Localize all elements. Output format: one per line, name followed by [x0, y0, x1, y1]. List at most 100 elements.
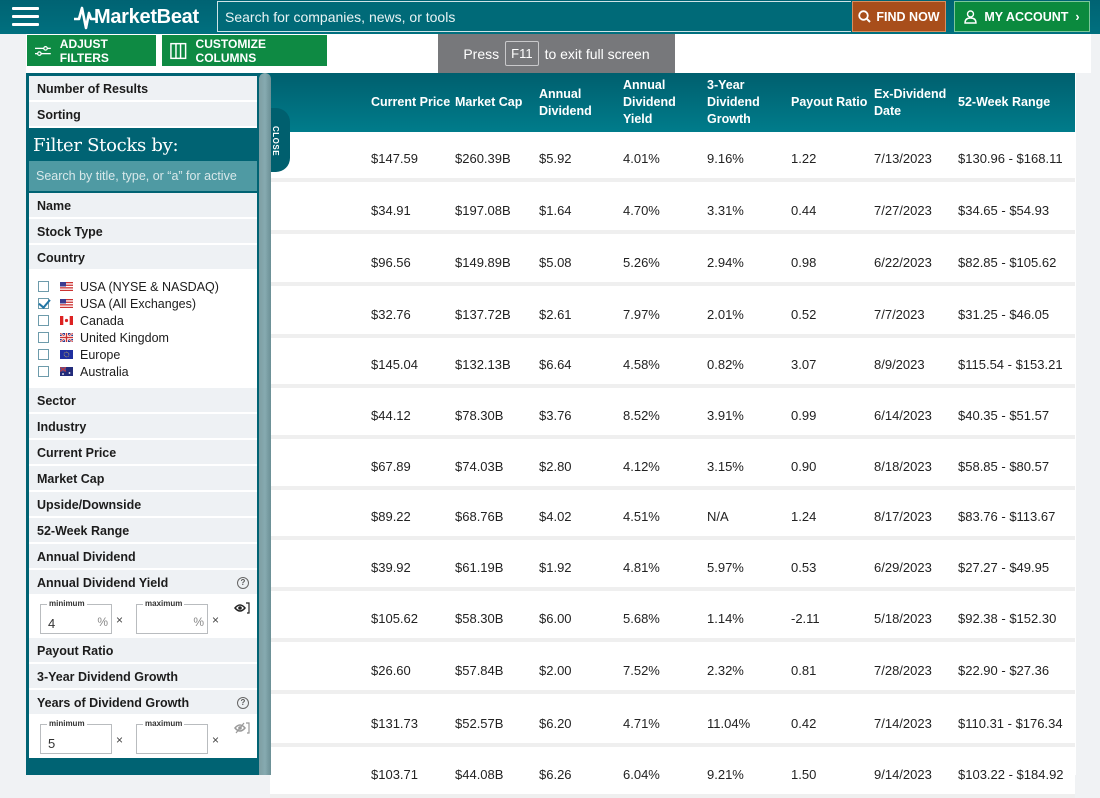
table-cell: 7/14/2023 [874, 716, 932, 731]
clear-yield-maximum-icon[interactable]: × [212, 613, 219, 627]
filter-panel-scrollbar[interactable] [259, 73, 271, 775]
table-cell: $83.76 - $113.67 [958, 509, 1056, 524]
column-header[interactable]: Annual Dividend [539, 73, 619, 132]
top-navigation-bar: MarketBeat FIND NOW MY ACCOUNT › [0, 0, 1100, 34]
table-cell: $2.80 [539, 459, 572, 474]
filter-number-of-results[interactable]: Number of Results [29, 76, 257, 102]
filter-item[interactable]: Industry [29, 414, 257, 440]
filter-name[interactable]: Name [29, 193, 257, 219]
help-icon[interactable]: ? [237, 697, 249, 709]
filter-sorting[interactable]: Sorting [29, 102, 257, 128]
ca-flag-icon [60, 316, 80, 325]
table-row[interactable]: $96.56 $149.89B $5.08 5.26% 2.94% 0.98 6/22/20… [270, 239, 1075, 286]
table-row[interactable]: $34.91 $197.08B $1.64 4.70% 3.31% 0.44 7/27/20… [270, 187, 1075, 234]
checkbox-unchecked[interactable] [38, 332, 49, 343]
checkbox-checked[interactable] [38, 298, 49, 309]
checkbox-unchecked[interactable] [38, 366, 49, 377]
filter-item[interactable]: Sector [29, 388, 257, 414]
filter-item[interactable]: Current Price [29, 440, 257, 466]
filter-item[interactable]: Upside/Downside [29, 492, 257, 518]
filter-country[interactable]: Country [29, 245, 257, 271]
filter-years-of-dividend-growth[interactable]: Years of Dividend Growth ? [29, 690, 257, 716]
table-row[interactable]: $32.76 $137.72B $2.61 7.97% 2.01% 0.52 7/7/202… [270, 291, 1075, 338]
filter-item[interactable]: Annual Dividend [29, 544, 257, 570]
years-minimum-input[interactable] [48, 736, 96, 751]
site-search-input[interactable] [225, 9, 851, 25]
clear-years-minimum-icon[interactable]: × [116, 733, 123, 747]
filter-stock-type[interactable]: Stock Type [29, 219, 257, 245]
table-cell: 8/9/2023 [874, 357, 925, 372]
country-option[interactable]: Europe [38, 346, 257, 363]
table-row[interactable]: $147.59 $260.39B $5.92 4.01% 9.16% 1.22 7/13/2… [270, 135, 1075, 182]
filter-annual-dividend-yield[interactable]: Annual Dividend Yield ? [29, 570, 257, 596]
table-cell: 6/14/2023 [874, 408, 932, 423]
table-row[interactable]: $131.73 $52.57B $6.20 4.71% 11.04% 0.42 7/14/2… [270, 700, 1075, 747]
table-cell: $39.92 [371, 560, 411, 575]
filter-3-year-dividend-growth[interactable]: 3-Year Dividend Growth [29, 664, 257, 690]
country-option[interactable]: USA (NYSE & NASDAQ) [38, 278, 257, 295]
table-cell: $260.39B [455, 151, 511, 166]
table-row[interactable]: $89.22 $68.76B $4.02 4.51% N/A 1.24 8/17/2023 $… [270, 493, 1075, 540]
clear-years-maximum-icon[interactable]: × [212, 733, 219, 747]
table-row[interactable]: $39.92 $61.19B $1.92 4.81% 5.97% 0.53 6/29/202… [270, 544, 1075, 591]
yield-maximum-input[interactable] [144, 616, 192, 631]
adjust-filters-button[interactable]: ADJUST FILTERS [27, 35, 156, 66]
column-header[interactable]: Ex-Dividend Date [874, 73, 954, 132]
eye-visible-icon[interactable] [234, 602, 250, 614]
table-cell: 4.12% [623, 459, 660, 474]
help-icon[interactable]: ? [237, 577, 249, 589]
table-cell: 7/7/2023 [874, 307, 925, 322]
chevron-right-icon: › [1075, 9, 1080, 24]
column-header[interactable]: 3-Year Dividend Growth [707, 73, 787, 132]
yield-maximum-field[interactable]: maximum % [136, 599, 208, 634]
country-option[interactable]: Australia [38, 363, 257, 380]
country-option[interactable]: USA (All Exchanges) [38, 295, 257, 312]
table-row[interactable]: $26.60 $57.84B $2.00 7.52% 2.32% 0.81 7/28/202… [270, 647, 1075, 694]
filter-item[interactable]: 52-Week Range [29, 518, 257, 544]
column-header[interactable]: Market Cap [455, 73, 535, 132]
checkbox-unchecked[interactable] [38, 315, 49, 326]
checkbox-unchecked[interactable] [38, 281, 49, 292]
yield-minimum-field[interactable]: minimum % [40, 599, 112, 634]
country-label: USA (NYSE & NASDAQ) [80, 279, 219, 294]
user-icon [964, 9, 978, 24]
table-cell: $22.90 - $27.36 [958, 663, 1050, 678]
country-option[interactable]: United Kingdom [38, 329, 257, 346]
years-minimum-label: minimum [47, 719, 87, 728]
table-cell: $67.89 [371, 459, 411, 474]
country-option[interactable]: Canada [38, 312, 257, 329]
years-minimum-field[interactable]: minimum [40, 719, 112, 754]
table-cell: 1.24 [791, 509, 817, 524]
table-cell: $74.03B [455, 459, 504, 474]
checkbox-unchecked[interactable] [38, 349, 49, 360]
fullscreen-exit-notice: Press F11 to exit full screen [438, 34, 675, 73]
filter-search[interactable] [29, 161, 257, 191]
column-header[interactable]: 52-Week Range [958, 73, 1073, 132]
column-header[interactable]: Annual Dividend Yield [623, 73, 703, 132]
years-maximum-input[interactable] [144, 736, 192, 751]
table-cell: $82.85 - $105.62 [958, 255, 1057, 270]
table-row[interactable]: $145.04 $132.13B $6.64 4.58% 0.82% 3.07 8/9/20… [270, 341, 1075, 388]
my-account-button[interactable]: MY ACCOUNT › [954, 1, 1090, 32]
clear-yield-minimum-icon[interactable]: × [116, 613, 123, 627]
logo-text: MarketBeat [94, 5, 199, 28]
filter-payout-ratio[interactable]: Payout Ratio [29, 638, 257, 664]
yield-minimum-input[interactable] [48, 616, 96, 631]
filter-search-input[interactable] [29, 161, 257, 191]
site-search[interactable] [217, 1, 851, 32]
column-header[interactable]: Payout Ratio [791, 73, 871, 132]
years-maximum-field[interactable]: maximum [136, 719, 208, 754]
marketbeat-logo[interactable]: MarketBeat [74, 4, 199, 30]
uk-flag-icon [60, 333, 80, 342]
hamburger-menu-icon[interactable] [12, 7, 39, 27]
column-header[interactable]: Current Price [371, 73, 451, 132]
eye-hidden-icon[interactable] [234, 722, 250, 734]
table-cell: 7/13/2023 [874, 151, 932, 166]
filter-item[interactable]: Market Cap [29, 466, 257, 492]
find-now-button[interactable]: FIND NOW [852, 1, 946, 32]
table-row[interactable]: $44.12 $78.30B $3.76 8.52% 3.91% 0.99 6/14/202… [270, 392, 1075, 439]
customize-columns-button[interactable]: CUSTOMIZE COLUMNS [162, 35, 327, 66]
table-row[interactable]: $67.89 $74.03B $2.80 4.12% 3.15% 0.90 8/18/202… [270, 443, 1075, 490]
table-row[interactable]: $105.62 $58.30B $6.00 5.68% 1.14% -2.11 5/18/2… [270, 595, 1075, 642]
table-cell: $145.04 [371, 357, 418, 372]
